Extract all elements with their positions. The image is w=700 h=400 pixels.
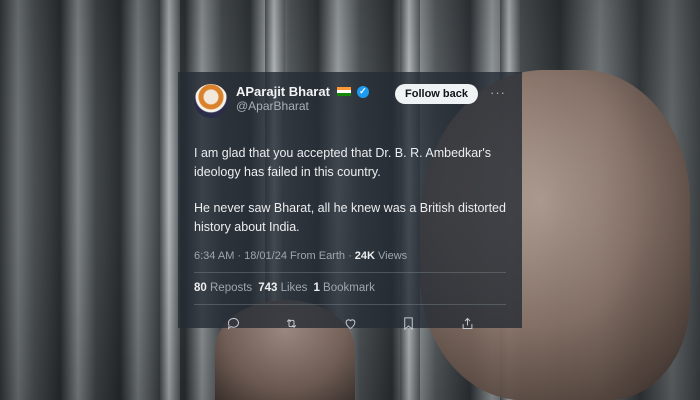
engagement-stats: 80 Reposts 743 Likes 1 Bookmark <box>194 282 506 294</box>
reposts-label: Reposts <box>210 282 253 294</box>
reply-icon[interactable] <box>224 314 242 332</box>
action-bar <box>194 314 506 332</box>
avatar[interactable] <box>194 84 228 118</box>
tweet-paragraph: I am glad that you accepted that Dr. B. … <box>194 146 491 179</box>
likes-stat[interactable]: 743 Likes <box>258 282 307 294</box>
prison-bar <box>160 0 180 400</box>
user-handle[interactable]: @AparBharat <box>236 99 369 114</box>
views-label: Views <box>374 250 408 262</box>
bookmarks-count: 1 <box>313 282 320 294</box>
india-flag-icon <box>336 87 351 96</box>
reposts-stat[interactable]: 80 Reposts <box>194 282 252 294</box>
tweet-header: AParajit Bharat ✓ @AparBharat Follow bac… <box>194 84 506 122</box>
divider <box>194 272 506 273</box>
bookmark-icon[interactable] <box>400 314 418 332</box>
bookmarks-label: Bookmark <box>323 282 375 294</box>
display-name[interactable]: AParajit Bharat <box>236 84 330 99</box>
tweet-card: AParajit Bharat ✓ @AparBharat Follow bac… <box>178 72 522 330</box>
verified-badge-icon: ✓ <box>356 85 369 98</box>
divider <box>194 304 506 305</box>
tweet-text: I am glad that you accepted that Dr. B. … <box>194 144 506 237</box>
likes-count: 743 <box>258 282 278 294</box>
bookmarks-stat[interactable]: 1 Bookmark <box>313 282 374 294</box>
user-identity: AParajit Bharat ✓ @AparBharat <box>236 84 369 114</box>
follow-back-button[interactable]: Follow back <box>395 84 478 104</box>
share-icon[interactable] <box>458 314 476 332</box>
repost-icon[interactable] <box>283 314 301 332</box>
more-options-icon[interactable]: ··· <box>490 84 506 102</box>
name-row: AParajit Bharat ✓ <box>236 84 369 99</box>
tweet-meta: 6:34 AM · 18/01/24 From Earth · 24K View… <box>194 250 506 262</box>
views-count: 24K <box>354 250 375 262</box>
tweet-paragraph: He never saw Bharat, all he knew was a B… <box>194 201 506 234</box>
heart-icon[interactable] <box>341 314 359 332</box>
tweet-timestamp[interactable]: 6:34 AM · 18/01/24 From Earth · <box>194 250 355 262</box>
reposts-count: 80 <box>194 282 207 294</box>
likes-label: Likes <box>280 282 308 294</box>
